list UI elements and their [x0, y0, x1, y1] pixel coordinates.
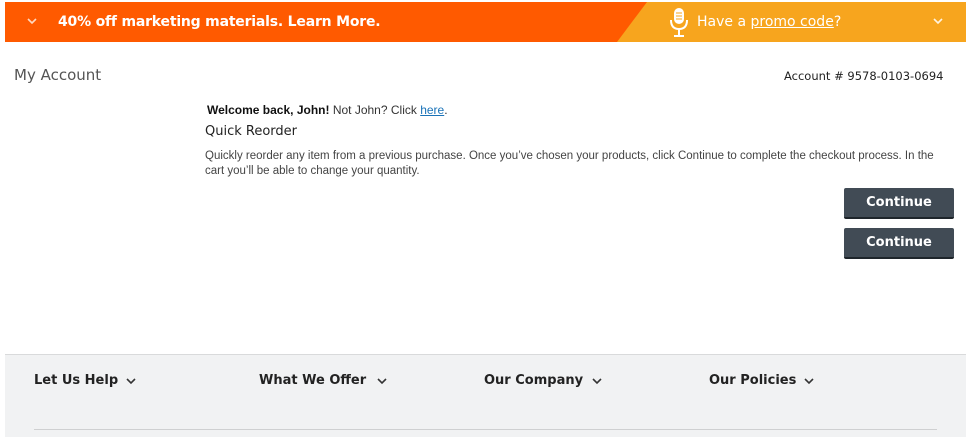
footer-menu-what-we-offer[interactable]: What We Offer: [259, 373, 387, 388]
promo-code-prompt: Have a promo code?: [697, 14, 842, 30]
not-user-link[interactable]: here: [420, 103, 444, 117]
page-title: My Account: [14, 66, 102, 84]
welcome-message: Welcome back, John! Not John? Click here…: [207, 103, 448, 117]
divider: [34, 429, 937, 430]
account-number: Account # 9578-0103-0694: [784, 69, 944, 83]
chevron-down-icon[interactable]: [932, 15, 944, 27]
offer-link[interactable]: 40% off marketing materials. Learn More.: [58, 14, 381, 30]
chevron-down-icon: [804, 378, 814, 385]
continue-button[interactable]: Continue: [844, 228, 954, 259]
chevron-down-icon: [126, 378, 136, 385]
chevron-down-icon: [377, 378, 387, 385]
promo-banner: 40% off marketing materials. Learn More.…: [5, 2, 966, 42]
promo-code-link[interactable]: promo code: [750, 14, 833, 30]
chevron-down-icon[interactable]: [26, 15, 38, 27]
section-description: Quickly reorder any item from a previous…: [205, 150, 934, 177]
microphone-icon: [670, 8, 688, 37]
footer-menu-let-us-help[interactable]: Let Us Help: [34, 373, 136, 388]
footer: Let Us Help What We Offer Our Company Ou…: [5, 354, 966, 437]
chevron-down-icon: [592, 378, 602, 385]
continue-button[interactable]: Continue: [844, 188, 954, 219]
footer-menu-our-company[interactable]: Our Company: [484, 373, 602, 388]
section-title: Quick Reorder: [205, 124, 298, 139]
footer-menu-our-policies[interactable]: Our Policies: [709, 373, 814, 388]
